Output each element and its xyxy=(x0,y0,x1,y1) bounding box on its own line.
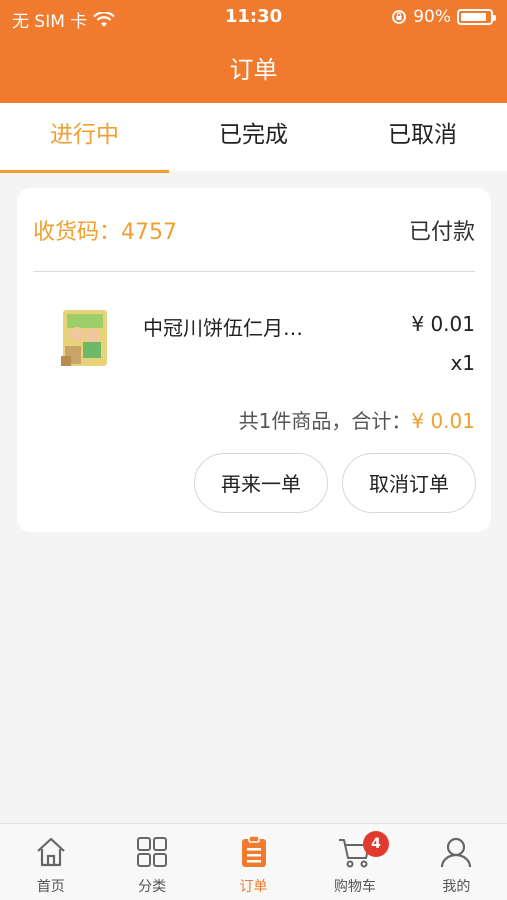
user-icon xyxy=(441,837,472,868)
pickup-code: 收货码：4757 xyxy=(33,214,177,246)
pickup-code-value: 4757 xyxy=(121,220,178,245)
tabbar-item-category[interactable]: 分类 xyxy=(101,824,202,900)
home-icon xyxy=(36,837,65,867)
top-bar: 无 SIM 卡 11:30 90% 订单 xyxy=(0,0,507,103)
tab-in-progress[interactable]: 进行中 xyxy=(0,103,169,173)
tabbar-label-profile: 我的 xyxy=(442,879,471,895)
divider xyxy=(33,271,475,272)
status-right: 90% xyxy=(391,7,496,27)
tab-completed[interactable]: 已完成 xyxy=(169,103,338,171)
order-card-header: 收货码：4757 已付款 xyxy=(33,214,475,248)
product-price: ¥ 0.01 xyxy=(411,312,475,336)
order-total: 共1件商品，合计：¥ 0.01 xyxy=(239,405,475,434)
tabbar-label-home: 首页 xyxy=(36,879,65,895)
cart-count-badge: 4 xyxy=(363,831,390,857)
orientation-lock-icon xyxy=(392,10,407,24)
order-total-amount: ¥ 0.01 xyxy=(411,409,475,433)
battery-percent: 90% xyxy=(413,7,451,27)
product-name[interactable]: 中冠川饼伍仁月… xyxy=(143,312,303,341)
tabbar-item-home[interactable]: 首页 xyxy=(0,824,101,900)
battery-icon xyxy=(457,9,496,25)
tabbar-item-cart[interactable]: 4 购物车 xyxy=(304,824,405,900)
reorder-button[interactable]: 再来一单 xyxy=(194,453,328,513)
tabbar-item-orders[interactable]: 订单 xyxy=(203,824,304,900)
cancel-order-button[interactable]: 取消订单 xyxy=(342,453,476,513)
order-card: 收货码：4757 已付款 中冠川饼伍仁月… ¥ 0.01 x1 共1件商品，合计… xyxy=(17,188,491,532)
pickup-code-label: 收货码： xyxy=(33,220,122,245)
order-tabs: 进行中 已完成 已取消 xyxy=(0,103,507,173)
grid-icon xyxy=(137,837,168,867)
tab-cancelled[interactable]: 已取消 xyxy=(338,103,507,171)
tabbar-label-cart: 购物车 xyxy=(333,879,376,895)
status-bar: 无 SIM 卡 11:30 90% xyxy=(0,0,507,34)
tabbar-label-category: 分类 xyxy=(138,879,167,895)
product-quantity: x1 xyxy=(450,351,475,375)
product-image[interactable] xyxy=(53,306,117,370)
tabbar-item-profile[interactable]: 我的 xyxy=(406,824,507,900)
bottom-tab-bar: 首页 分类 订单 4 购物车 我的 xyxy=(0,823,507,900)
page-title: 订单 xyxy=(229,56,278,84)
tabbar-label-orders: 订单 xyxy=(239,879,268,895)
payment-status: 已付款 xyxy=(408,220,475,245)
clipboard-icon xyxy=(241,835,266,867)
order-total-label: 共1件商品，合计： xyxy=(238,409,412,433)
